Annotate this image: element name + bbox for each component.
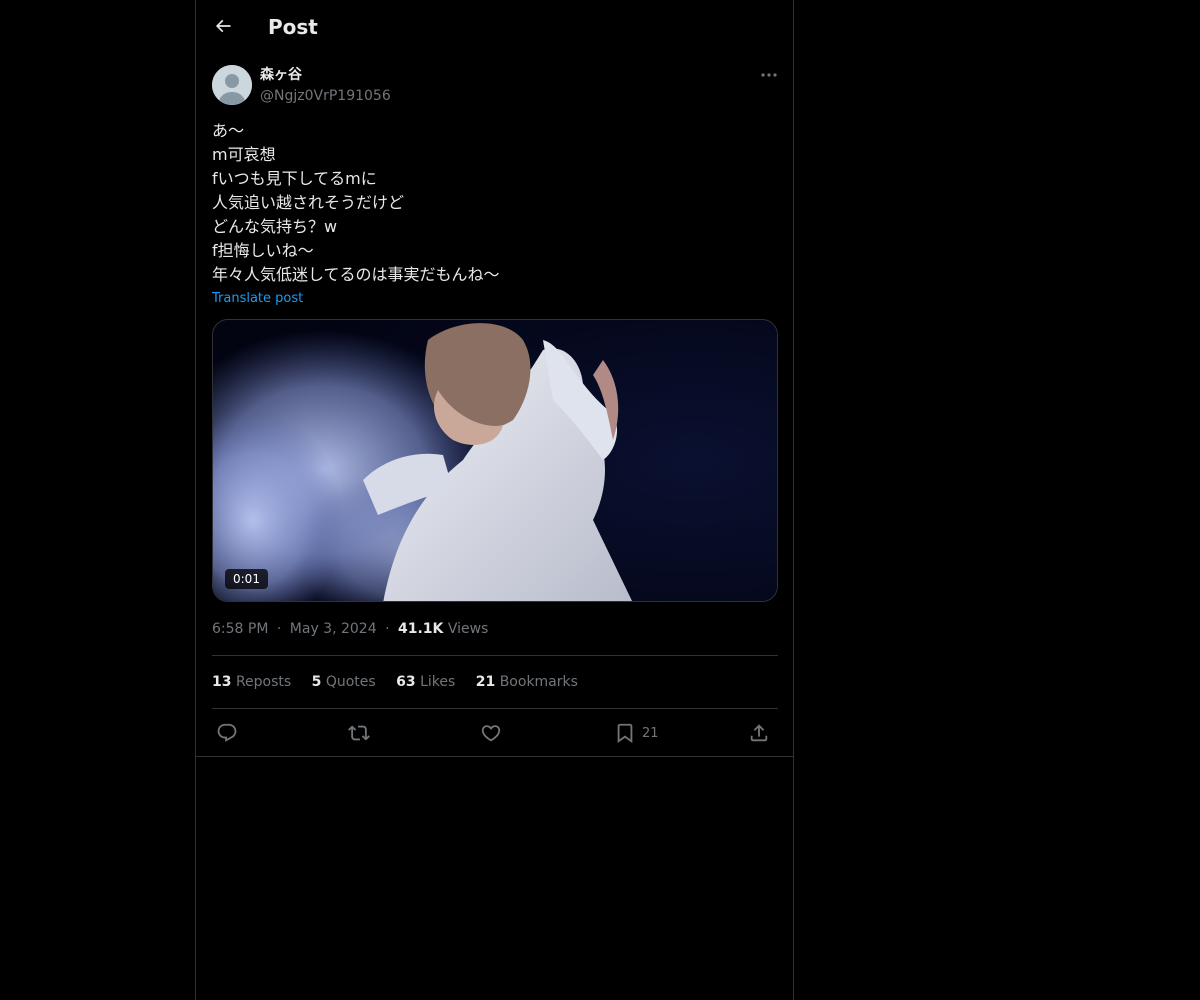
divider xyxy=(196,756,793,757)
repost-icon xyxy=(348,725,370,741)
bookmarks-label: Bookmarks xyxy=(499,674,578,690)
share-icon xyxy=(750,724,768,742)
share-button[interactable] xyxy=(748,720,770,746)
page-title: Post xyxy=(268,15,318,39)
reply-button[interactable] xyxy=(216,720,238,746)
more-options-button[interactable] xyxy=(754,64,784,86)
bookmark-action-count: 21 xyxy=(642,725,659,741)
reposts-count: 13 xyxy=(212,674,232,690)
post-column: Post 森ヶ谷 @Ngjz0VrP191056 あ〜 m可哀想 fいつも見下し… xyxy=(195,0,794,1000)
divider xyxy=(212,708,778,709)
post-time[interactable]: 6:58 PM xyxy=(212,621,268,637)
reposts-label: Reposts xyxy=(235,674,292,690)
post-header: Post xyxy=(196,0,793,54)
video-duration: 0:01 xyxy=(225,569,268,589)
author-display-name[interactable]: 森ヶ谷 xyxy=(260,65,302,85)
views-label: Views xyxy=(447,621,489,637)
divider xyxy=(212,655,778,656)
quotes-stat[interactable]: 5 Quotes xyxy=(312,674,376,690)
more-horizontal-icon xyxy=(761,73,777,77)
post-text-line: あ〜 xyxy=(212,121,245,140)
likes-count: 63 xyxy=(396,674,416,690)
bookmark-icon xyxy=(617,723,633,744)
engagement-stats: 13 Reposts 5 Quotes 63 Likes 21 Bookmark… xyxy=(212,672,594,692)
bookmark-button[interactable]: 21 xyxy=(614,720,659,746)
bookmarks-count: 21 xyxy=(475,674,496,690)
likes-label: Likes xyxy=(420,674,456,690)
post-text-line: どんな気持ち？w xyxy=(212,217,338,236)
post-date[interactable]: May 3, 2024 xyxy=(290,621,377,637)
quotes-count: 5 xyxy=(311,674,322,690)
post-text-line: 人気追い越されそうだけど xyxy=(212,193,405,212)
post-text-line: fいつも見下してるmに xyxy=(212,169,377,188)
arrow-left-icon xyxy=(215,19,231,33)
post-text-line: 年々人気低迷してるのは事実だもんね〜 xyxy=(212,265,500,284)
post-text: あ〜 m可哀想 fいつも見下してるmに 人気追い越されそうだけど どんな気持ち？… xyxy=(212,119,772,287)
back-button[interactable] xyxy=(208,11,238,41)
meta-separator: · xyxy=(385,621,390,637)
post-text-line: f担悔しいね〜 xyxy=(212,241,314,260)
avatar[interactable] xyxy=(212,65,252,105)
post-metadata: 6:58 PM · May 3, 2024 · 41.1K Views xyxy=(212,619,488,639)
like-button[interactable] xyxy=(480,720,502,746)
post-text-line: m可哀想 xyxy=(212,145,276,164)
translate-post-link[interactable]: Translate post xyxy=(212,290,303,308)
video-thumbnail xyxy=(213,320,777,601)
views-count: 41.1K xyxy=(397,621,444,637)
likes-stat[interactable]: 63 Likes xyxy=(396,674,455,690)
reply-icon xyxy=(217,723,237,742)
action-bar: 21 xyxy=(212,718,778,748)
author-handle[interactable]: @Ngjz0VrP191056 xyxy=(260,86,391,106)
heart-icon xyxy=(481,725,501,742)
reposts-stat[interactable]: 13 Reposts xyxy=(212,674,291,690)
meta-separator: · xyxy=(276,621,282,637)
video-player[interactable]: 0:01 xyxy=(212,319,778,602)
repost-button[interactable] xyxy=(348,720,370,746)
quotes-label: Quotes xyxy=(325,674,376,690)
bookmarks-stat[interactable]: 21 Bookmarks xyxy=(476,674,578,690)
default-avatar-icon xyxy=(212,65,252,105)
